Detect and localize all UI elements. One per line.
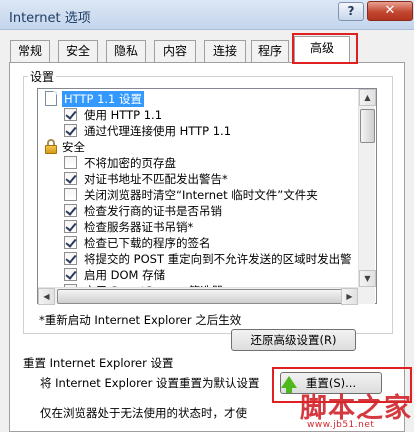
reset-heading: 重置 Internet Explorer 设置 [23,356,174,370]
document-icon [45,91,57,106]
setting-dom-storage[interactable]: 启用 DOM 存储 [42,267,362,283]
setting-label: 对证书地址不匹配发出警告* [84,172,228,186]
tab-programs[interactable]: 程序 [251,40,289,62]
horizontal-scrollbar[interactable]: ◀ ▶ [38,287,358,305]
help-button[interactable]: ? [338,2,364,21]
category-label: 安全 [62,140,85,154]
scroll-up-icon[interactable]: ▲ [359,89,376,106]
category-http11[interactable]: HTTP 1.1 设置 [42,91,362,107]
vertical-scroll-thumb[interactable] [360,109,375,143]
close-button[interactable]: ✕ [367,1,413,21]
restart-note: *重新启动 Internet Explorer 之后生效 [39,313,242,327]
setting-publisher-revocation[interactable]: 检查发行商的证书是否吊销 [42,203,362,219]
setting-label: 关闭浏览器时清空“Internet 临时文件”文件夹 [84,188,318,202]
checkbox[interactable] [64,220,77,233]
window-title: Internet 选项 [9,11,91,26]
watermark-url: www.jb51.net [307,420,375,430]
checkbox[interactable] [64,204,77,217]
advanced-tab-highlight [292,33,358,64]
category-label: HTTP 1.1 设置 [62,91,145,107]
checkbox[interactable] [64,124,77,137]
arrow-stem [286,387,292,393]
setting-label: 将提交的 POST 重定向到不允许发送的区域时发出警 [84,252,352,266]
checkbox[interactable] [64,268,77,281]
vertical-scrollbar[interactable]: ▲ ▼ [358,89,376,287]
setting-label: 检查服务器证书吊销* [84,220,194,234]
title-bar: Internet 选项 ? ✕ [0,0,414,30]
lock-icon [44,139,58,154]
scroll-down-icon[interactable]: ▼ [359,270,376,287]
reset-description: 将 Internet Explorer 设置重置为默认设置 [40,376,260,390]
setting-label: 检查发行商的证书是否吊销 [84,204,222,218]
category-security[interactable]: 安全 [42,139,362,155]
tab-general[interactable]: 常规 [10,40,50,62]
restore-advanced-button[interactable]: 还原高级设置(R) [231,329,356,351]
checkbox[interactable] [64,236,77,249]
scroll-right-icon[interactable]: ▶ [341,288,358,305]
tab-content[interactable]: 内容 [154,40,196,62]
tab-connections[interactable]: 连接 [204,40,246,62]
checkbox[interactable] [64,252,77,265]
setting-cert-mismatch[interactable]: 对证书地址不匹配发出警告* [42,171,362,187]
setting-use-http11[interactable]: 使用 HTTP 1.1 [42,107,362,123]
checkbox[interactable] [64,108,77,121]
settings-list[interactable]: HTTP 1.1 设置 使用 HTTP 1.1 通过代理连接使用 HTTP 1.… [37,88,377,304]
horizontal-scroll-thumb[interactable] [57,289,345,304]
tab-privacy[interactable]: 隐私 [106,40,146,62]
reset-note: 仅在浏览器处于无法使用的状态时，才使 [40,406,247,420]
setting-post-redirect-warning[interactable]: 将提交的 POST 重定向到不允许发送的区域时发出警 [42,251,372,267]
settings-group-label: 设置 [28,68,57,85]
tab-security[interactable]: 安全 [58,40,98,62]
checkbox[interactable] [64,188,77,201]
setting-empty-temp-files[interactable]: 关闭浏览器时清空“Internet 临时文件”文件夹 [42,187,372,203]
setting-label: 使用 HTTP 1.1 [84,108,163,122]
checkbox[interactable] [64,172,77,185]
checkbox[interactable] [64,156,77,169]
setting-label: 通过代理连接使用 HTTP 1.1 [84,124,232,138]
scroll-left-icon[interactable]: ◀ [38,288,55,305]
setting-label: 检查已下载的程序的签名 [84,236,211,250]
setting-label: 不将加密的页存盘 [84,156,176,170]
setting-http11-proxy[interactable]: 通过代理连接使用 HTTP 1.1 [42,123,362,139]
scrollbar-corner [358,287,375,304]
setting-check-signatures[interactable]: 检查已下载的程序的签名 [42,235,362,251]
setting-no-save-encrypted[interactable]: 不将加密的页存盘 [42,155,362,171]
setting-label: 启用 DOM 存储 [84,268,166,282]
setting-server-revocation[interactable]: 检查服务器证书吊销* [42,219,362,235]
